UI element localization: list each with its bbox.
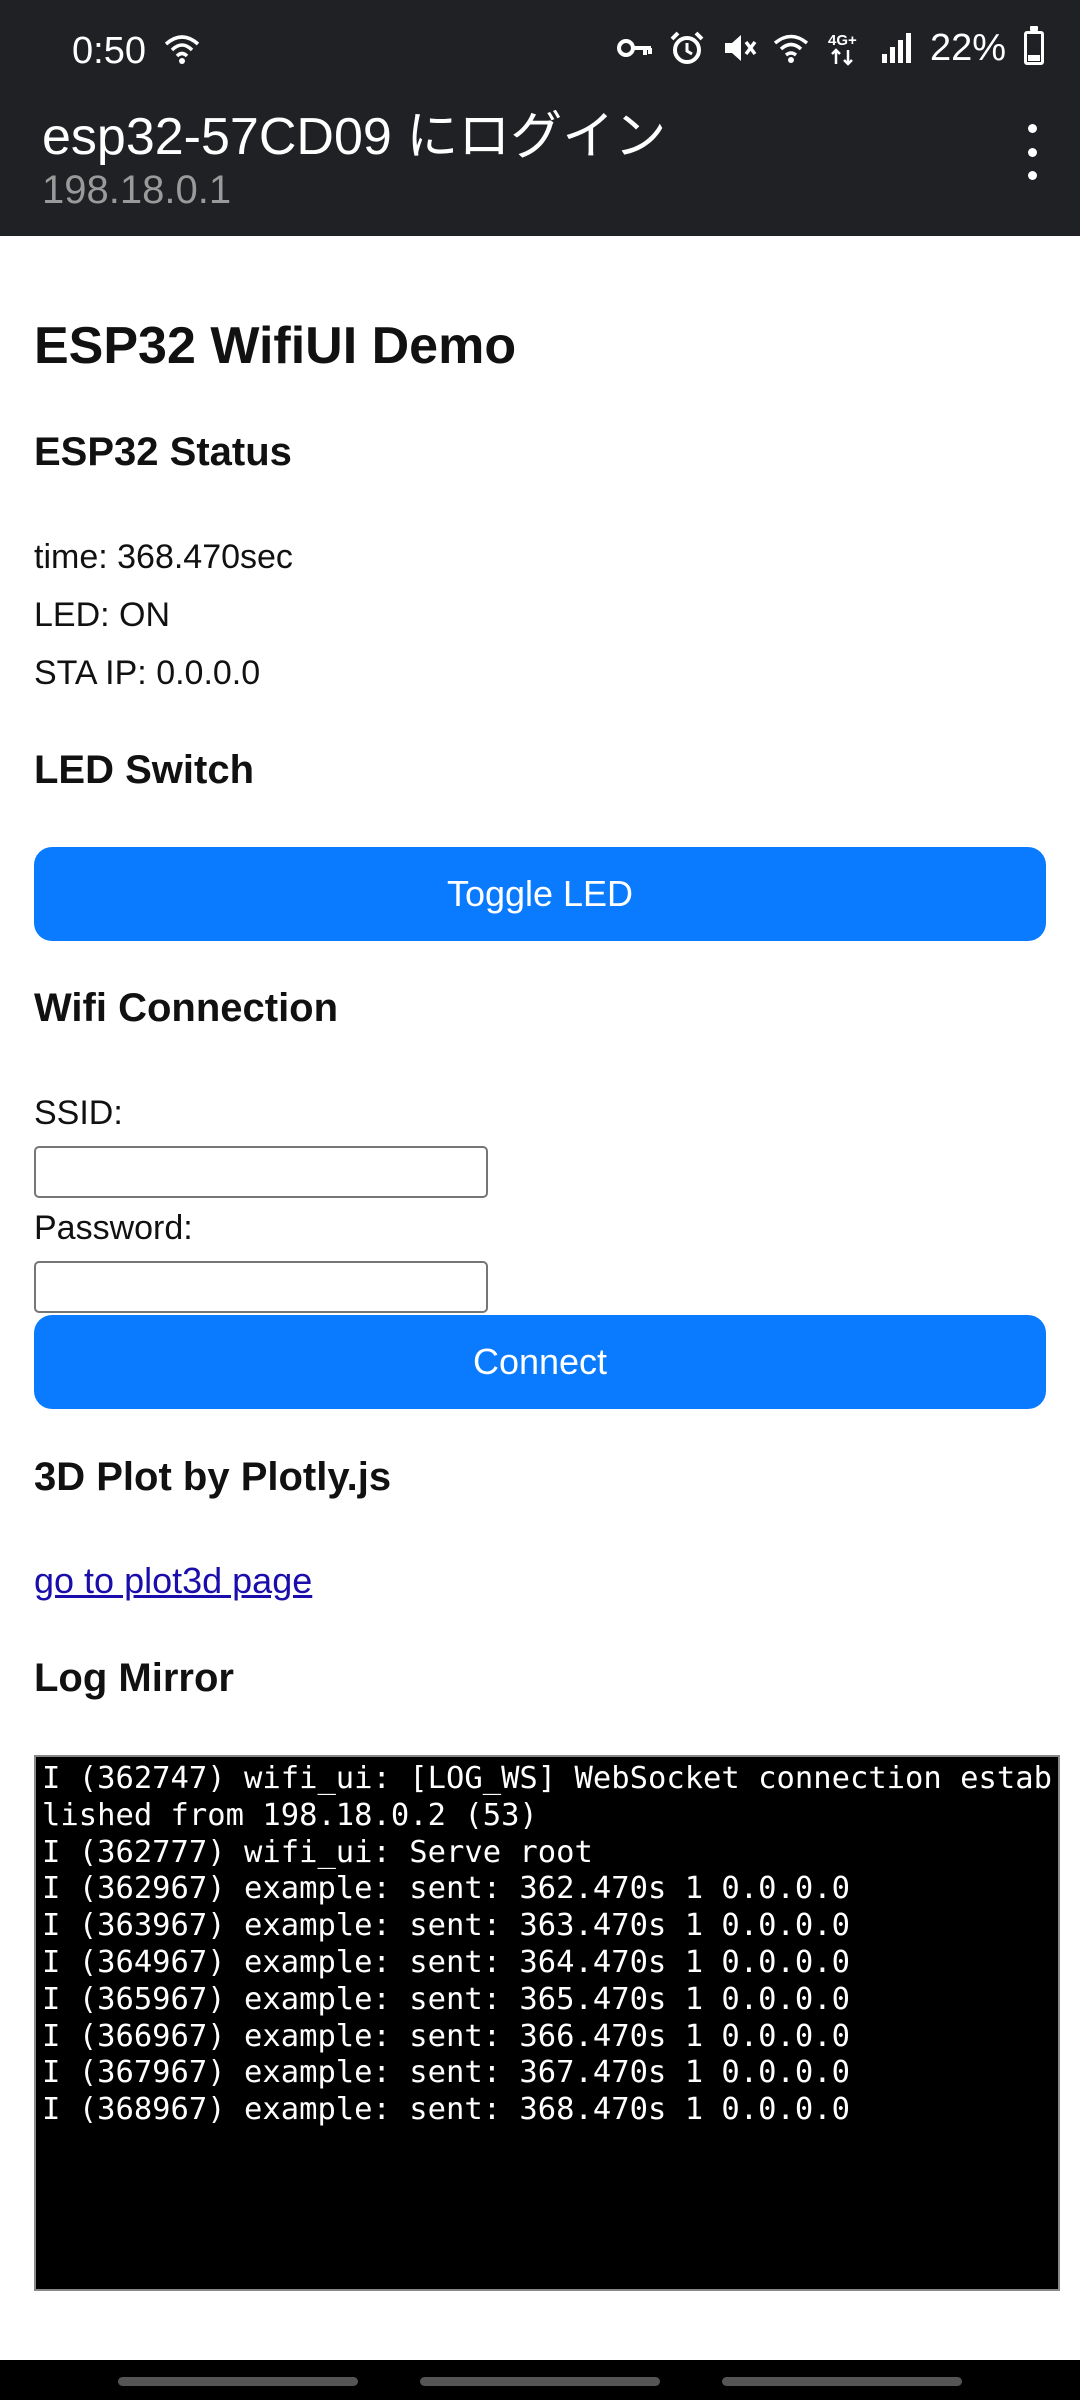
status-time: 0:50 [72, 30, 146, 72]
top-bar: 0:50 4G+ 22% esp32-57CD09 にログイン 198.18.0… [0, 0, 1080, 236]
log-line: I (368967) example: sent: 368.470s 1 0.0… [42, 2092, 850, 2128]
status-led-value: LED: ON [34, 596, 171, 634]
status-icons: 4G+ 22% [616, 26, 1044, 70]
nav-back-button[interactable] [722, 2377, 962, 2386]
ssid-input[interactable] [34, 1146, 488, 1198]
navigation-bar [0, 2360, 1080, 2400]
password-label: Password: [34, 1209, 193, 1247]
battery-icon [1024, 26, 1044, 65]
log-line: I (362747) wifi_ui: [LOG_WS] WebSocket c… [42, 1761, 1052, 1833]
log-line: I (362967) example: sent: 362.470s 1 0.0… [42, 1871, 850, 1907]
mute-icon [724, 35, 757, 61]
menu-dot [1027, 171, 1037, 180]
portal-address: 198.18.0.1 [42, 168, 232, 212]
log-line: I (362777) wifi_ui: Serve root [42, 1834, 593, 1870]
nav-recents-button[interactable] [118, 2377, 358, 2386]
led-switch-heading: LED Switch [34, 748, 255, 792]
network-type-label: 4G+ [828, 32, 857, 49]
portal-title: esp32-57CD09 にログイン [42, 108, 667, 166]
status-heading: ESP32 Status [34, 430, 292, 474]
plot3d-link[interactable]: go to plot3d page [34, 1560, 312, 1602]
password-input[interactable] [34, 1261, 488, 1313]
nav-home-button[interactable] [420, 2377, 660, 2386]
plot-heading: 3D Plot by Plotly.js [34, 1455, 392, 1499]
status-sta-ip-value: STA IP: 0.0.0.0 [34, 654, 261, 692]
vpn-key-icon [616, 39, 652, 57]
toggle-led-button[interactable]: Toggle LED [34, 847, 1046, 941]
wifi-icon [773, 34, 809, 63]
page-title: ESP32 WifiUI Demo [34, 317, 517, 375]
log-line: I (364967) example: sent: 364.470s 1 0.0… [42, 1944, 850, 1980]
alarm-icon [670, 31, 704, 64]
log-line: I (366967) example: sent: 366.470s 1 0.0… [42, 2018, 850, 2054]
connect-button[interactable]: Connect [34, 1315, 1046, 1409]
status-bar: 0:50 4G+ 22% [0, 0, 1080, 96]
battery-level [1028, 54, 1040, 61]
log-output[interactable]: I (362747) wifi_ui: [LOG_WS] WebSocket c… [34, 1755, 1060, 2291]
more-vertical-icon[interactable] [1010, 124, 1054, 180]
battery-percent: 22% [929, 26, 1006, 69]
menu-dot [1027, 147, 1037, 157]
log-line: I (363967) example: sent: 363.470s 1 0.0… [42, 1908, 850, 1944]
log-line: I (367967) example: sent: 367.470s 1 0.0… [42, 2055, 850, 2091]
mobile-data-icon: 4G+ [828, 32, 857, 66]
log-line: I (365967) example: sent: 365.470s 1 0.0… [42, 1981, 850, 2017]
ssid-label: SSID: [34, 1094, 123, 1132]
wifi-connection-heading: Wifi Connection [34, 986, 339, 1030]
log-mirror-heading: Log Mirror [34, 1656, 234, 1700]
signal-icon [881, 33, 911, 63]
status-time-value: time: 368.470sec [34, 538, 293, 576]
menu-dot [1027, 124, 1037, 133]
wifi-icon [164, 35, 200, 64]
